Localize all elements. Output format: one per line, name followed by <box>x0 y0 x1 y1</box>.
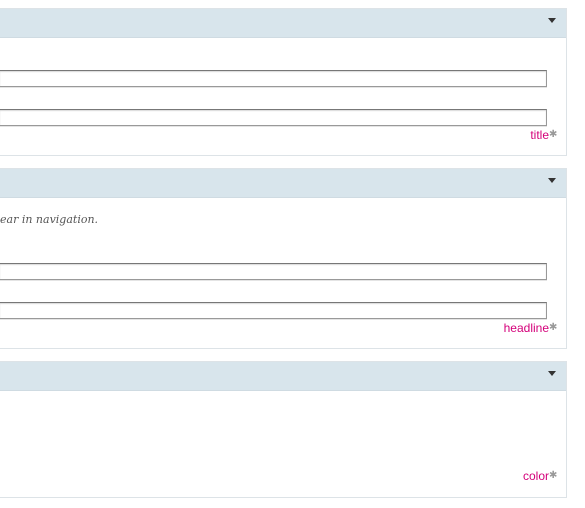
title-tag-link[interactable]: title <box>530 128 549 142</box>
panel-header[interactable] <box>0 362 566 391</box>
panel-headline: ear in navigation. headline ✱ <box>0 168 567 349</box>
headline-field-2[interactable] <box>0 302 547 319</box>
navigation-hint-text: ear in navigation. <box>0 213 99 226</box>
panel-color: color ✱ <box>0 361 567 498</box>
field-divider <box>0 280 547 281</box>
panel-header[interactable] <box>0 9 566 38</box>
field-divider <box>0 126 547 127</box>
color-tag-link[interactable]: color <box>523 469 549 483</box>
headline-tag-link[interactable]: headline <box>504 321 549 335</box>
collapse-arrow-icon[interactable] <box>548 18 556 23</box>
gear-icon[interactable]: ✱ <box>549 130 559 140</box>
gear-icon[interactable]: ✱ <box>549 323 559 333</box>
panel-title: title ✱ <box>0 8 567 156</box>
field-divider <box>0 319 547 320</box>
headline-field-1[interactable] <box>0 263 547 280</box>
panel-header[interactable] <box>0 169 566 198</box>
collapse-arrow-icon[interactable] <box>548 178 556 183</box>
title-field-2[interactable] <box>0 109 547 126</box>
title-field-1[interactable] <box>0 70 547 87</box>
field-divider <box>0 87 547 88</box>
gear-icon[interactable]: ✱ <box>549 471 559 481</box>
collapse-arrow-icon[interactable] <box>548 371 556 376</box>
